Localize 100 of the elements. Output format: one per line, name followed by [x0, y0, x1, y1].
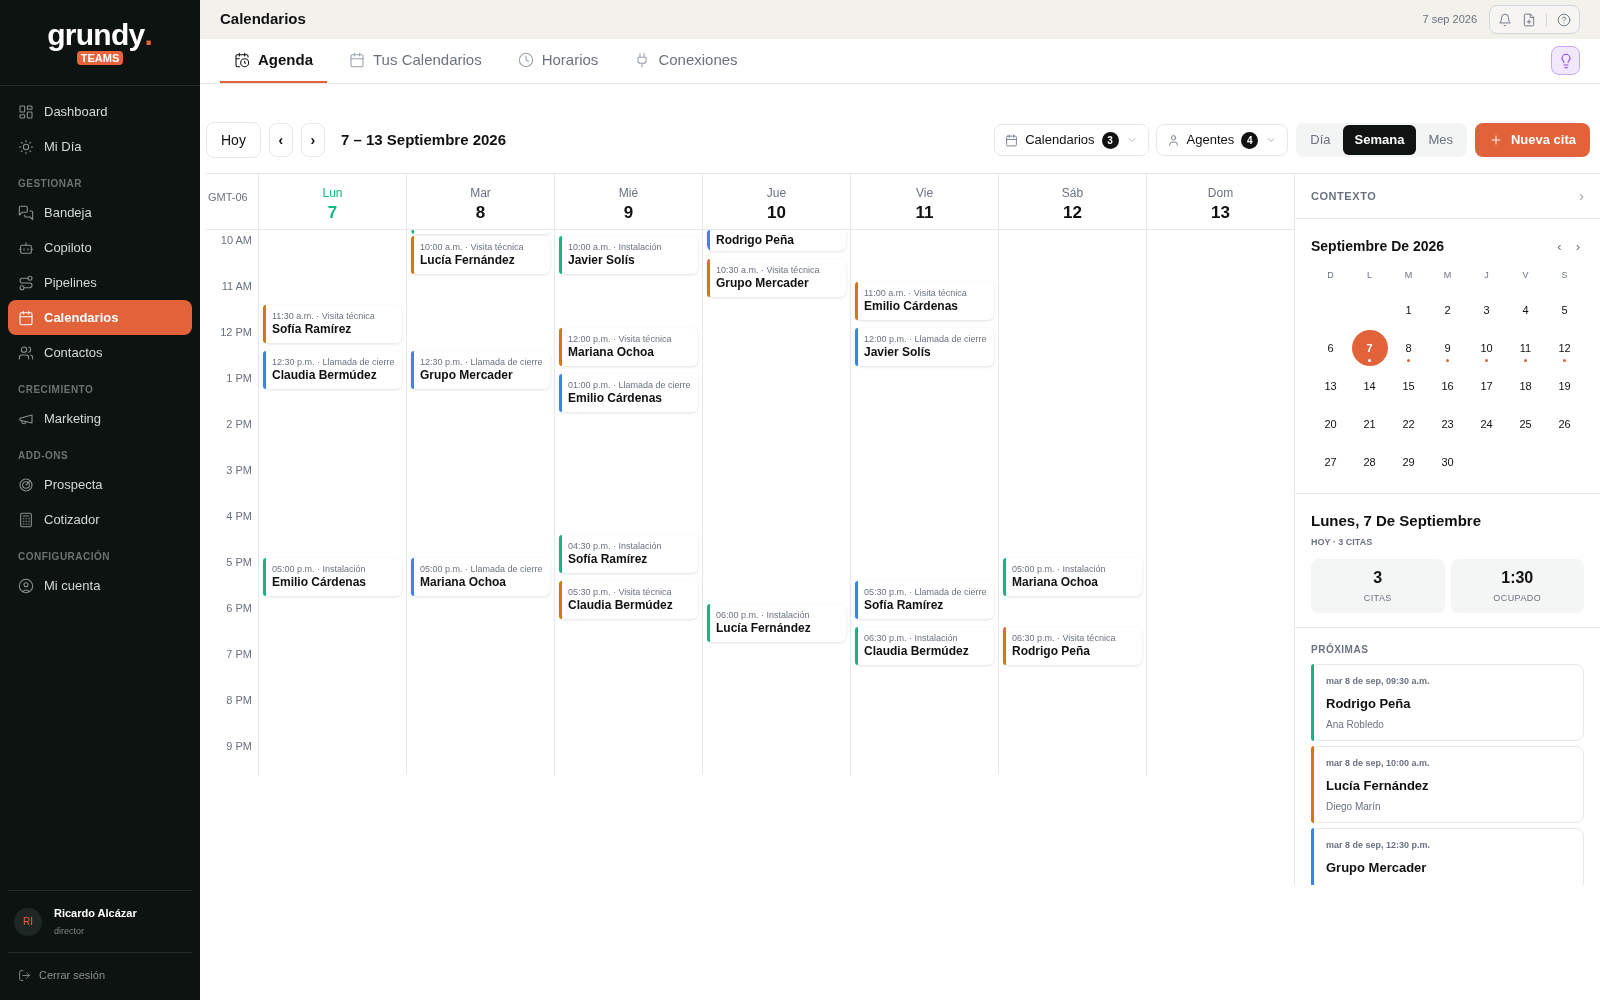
nav-item[interactable]: Dashboard	[8, 94, 192, 129]
calendar-day[interactable]: 21	[1351, 406, 1388, 442]
nav-item[interactable]: Mi Día	[8, 129, 192, 164]
event-card[interactable]: 04:30 p.m. · Instalación Sofía Ramírez	[559, 535, 698, 573]
weekday-label: Mar	[470, 185, 491, 202]
nav-item[interactable]: Pipelines	[8, 265, 192, 300]
calendar-day[interactable]: 30	[1429, 444, 1466, 480]
today-button[interactable]: Hoy	[206, 122, 261, 158]
hour-label: 12 PM	[220, 325, 252, 340]
tab[interactable]: Agenda	[220, 39, 327, 83]
event-card[interactable]: 05:00 p.m. · Llamada de cierre Mariana Ochoa	[411, 558, 550, 596]
hour-label: 4 PM	[226, 509, 252, 524]
calendar-day[interactable]: 16	[1429, 368, 1466, 404]
weekday-label: Vie	[915, 185, 934, 202]
calendar-day[interactable]: 12	[1546, 330, 1583, 366]
event-card[interactable]: 11:00 a.m. · Visita técnica Emilio Cárdenas	[855, 282, 994, 320]
event-card[interactable]: 06:00 p.m. · Instalación Lucía Fernández	[707, 604, 846, 642]
next-month-button[interactable]: ›	[1575, 236, 1580, 257]
view-option[interactable]: Día	[1298, 125, 1343, 155]
nav-item[interactable]: Marketing	[8, 401, 192, 436]
nav-section-heading: CONFIGURACIÓN	[17, 549, 112, 564]
hour-label: 3 PM	[226, 463, 252, 478]
tips-button[interactable]	[1551, 46, 1580, 75]
view-option[interactable]: Semana	[1342, 125, 1417, 155]
event-card[interactable]: 12:30 p.m. · Llamada de cierre Claudia Bermúdez	[263, 351, 402, 389]
calendar-day[interactable]: 6	[1312, 330, 1349, 366]
calendar-day[interactable]: 14	[1351, 368, 1388, 404]
weekday-initial: V	[1521, 269, 1530, 282]
previous-week-button[interactable]: ‹	[268, 123, 293, 157]
next-week-button[interactable]: ›	[300, 123, 325, 157]
calendar-day[interactable]: 5	[1546, 292, 1583, 328]
event-card[interactable]: 12:00 p.m. · Llamada de cierre Javier Solís	[855, 328, 994, 366]
event-card[interactable]: 05:00 p.m. · Instalación Mariana Ochoa	[1003, 558, 1142, 596]
calendar-icon	[18, 309, 34, 326]
event-title: Emilio Cárdenas	[272, 575, 368, 590]
calendar-day[interactable]: 17	[1468, 368, 1505, 404]
event-time: 06:30 p.m. · Instalación	[864, 633, 959, 644]
upcoming-appointment-card[interactable]: mar 8 de sep, 10:00 a.m. Lucía Fernández Diego Marín	[1311, 746, 1584, 823]
event-card[interactable]: Rodrigo Peña	[707, 230, 846, 251]
event-card[interactable]: 05:30 p.m. · Visita técnica Claudia Bermúdez	[559, 581, 698, 619]
event-card[interactable]: 10:00 a.m. · Visita técnica Lucía Fernández	[411, 236, 550, 274]
calendar-day[interactable]: 11	[1507, 330, 1544, 366]
tab[interactable]: Tus Calendarios	[335, 39, 496, 83]
upcoming-appointment-card[interactable]: mar 8 de sep, 09:30 a.m. Rodrigo Peña Ana Robledo	[1311, 664, 1584, 741]
event-title: Emilio Cárdenas	[864, 299, 960, 314]
view-option[interactable]: Mes	[1416, 125, 1465, 155]
event-card[interactable]: 10:00 a.m. · Instalación Javier Solís	[559, 236, 698, 274]
calendar-day[interactable]: 4	[1507, 292, 1544, 328]
nav-item[interactable]: Cotizador	[8, 502, 192, 537]
calendar-day[interactable]: 2	[1429, 292, 1466, 328]
calendar-day[interactable]: 8	[1390, 330, 1427, 366]
calendar-day[interactable]: 28	[1351, 444, 1388, 480]
event-card[interactable]: 10:30 a.m. · Visita técnica Grupo Mercader	[707, 259, 846, 297]
calendar-day[interactable]: 20	[1312, 406, 1349, 442]
notifications-button[interactable]	[1498, 12, 1512, 27]
event-title: Rodrigo Peña	[1012, 644, 1091, 659]
help-button[interactable]	[1557, 12, 1571, 27]
export-button[interactable]	[1522, 12, 1536, 27]
calendar-day[interactable]: 24	[1468, 406, 1505, 442]
event-card[interactable]: 06:30 p.m. · Visita técnica Rodrigo Peña	[1003, 627, 1142, 665]
event-card[interactable]: 11:30 a.m. · Visita técnica Sofía Ramírez	[263, 305, 402, 343]
filter-dropdown[interactable]: Agentes 4	[1155, 124, 1289, 156]
upcoming-appointment-card[interactable]: mar 8 de sep, 12:30 p.m. Grupo Mercader	[1311, 828, 1584, 885]
event-card[interactable]: 12:30 p.m. · Llamada de cierre Grupo Mercader	[411, 351, 550, 389]
nav-item[interactable]: Mi cuenta	[8, 568, 192, 603]
calendar-day[interactable]: 27	[1312, 444, 1349, 480]
nav-item[interactable]: Contactos	[8, 335, 192, 370]
calendar-day[interactable]: 25	[1507, 406, 1544, 442]
calendar-day[interactable]: 23	[1429, 406, 1466, 442]
event-card[interactable]: 05:30 p.m. · Llamada de cierre Sofía Ramírez	[855, 581, 994, 619]
calendar-day[interactable]: 18	[1507, 368, 1544, 404]
logout-link[interactable]: Cerrar sesión	[18, 967, 106, 984]
calendar-day[interactable]: 1	[1390, 292, 1427, 328]
event-card[interactable]: 05:00 p.m. · Instalación Emilio Cárdenas	[263, 558, 402, 596]
calendar-day[interactable]: 29	[1390, 444, 1427, 480]
event-card[interactable]: 01:00 p.m. · Llamada de cierre Emilio Cárdenas	[559, 374, 698, 412]
file-plus-icon	[1522, 12, 1536, 27]
hour-label: 6 PM	[226, 601, 252, 616]
calendar-day[interactable]: 13	[1312, 368, 1349, 404]
tab[interactable]: Conexiones	[620, 39, 752, 83]
calendar-day[interactable]: 3	[1468, 292, 1505, 328]
nav-item[interactable]: Bandeja	[8, 195, 192, 230]
calendar-day[interactable]: 9	[1429, 330, 1466, 366]
user-circle-icon	[18, 577, 34, 594]
filter-dropdown[interactable]: Calendarios 3	[994, 124, 1149, 156]
event-title: Claudia Bermúdez	[864, 644, 970, 659]
tab[interactable]: Horarios	[503, 39, 613, 83]
previous-month-button[interactable]: ‹	[1557, 236, 1562, 257]
event-time: 06:00 p.m. · Instalación	[716, 610, 811, 621]
calendar-day[interactable]: 22	[1390, 406, 1427, 442]
calendar-day[interactable]: 10	[1468, 330, 1505, 366]
calendar-day[interactable]: 19	[1546, 368, 1583, 404]
calendar-day[interactable]: 26	[1546, 406, 1583, 442]
appointment-client: Grupo Mercader	[1326, 858, 1428, 877]
calendar-day[interactable]: 15	[1390, 368, 1427, 404]
calendar-icon	[349, 52, 365, 68]
event-card[interactable]: 12:00 p.m. · Visita técnica Mariana Ochoa	[559, 328, 698, 366]
nav-item[interactable]: Prospecta	[8, 467, 192, 502]
nav-item[interactable]: Copiloto	[8, 230, 192, 265]
event-card[interactable]: 06:30 p.m. · Instalación Claudia Bermúdez	[855, 627, 994, 665]
